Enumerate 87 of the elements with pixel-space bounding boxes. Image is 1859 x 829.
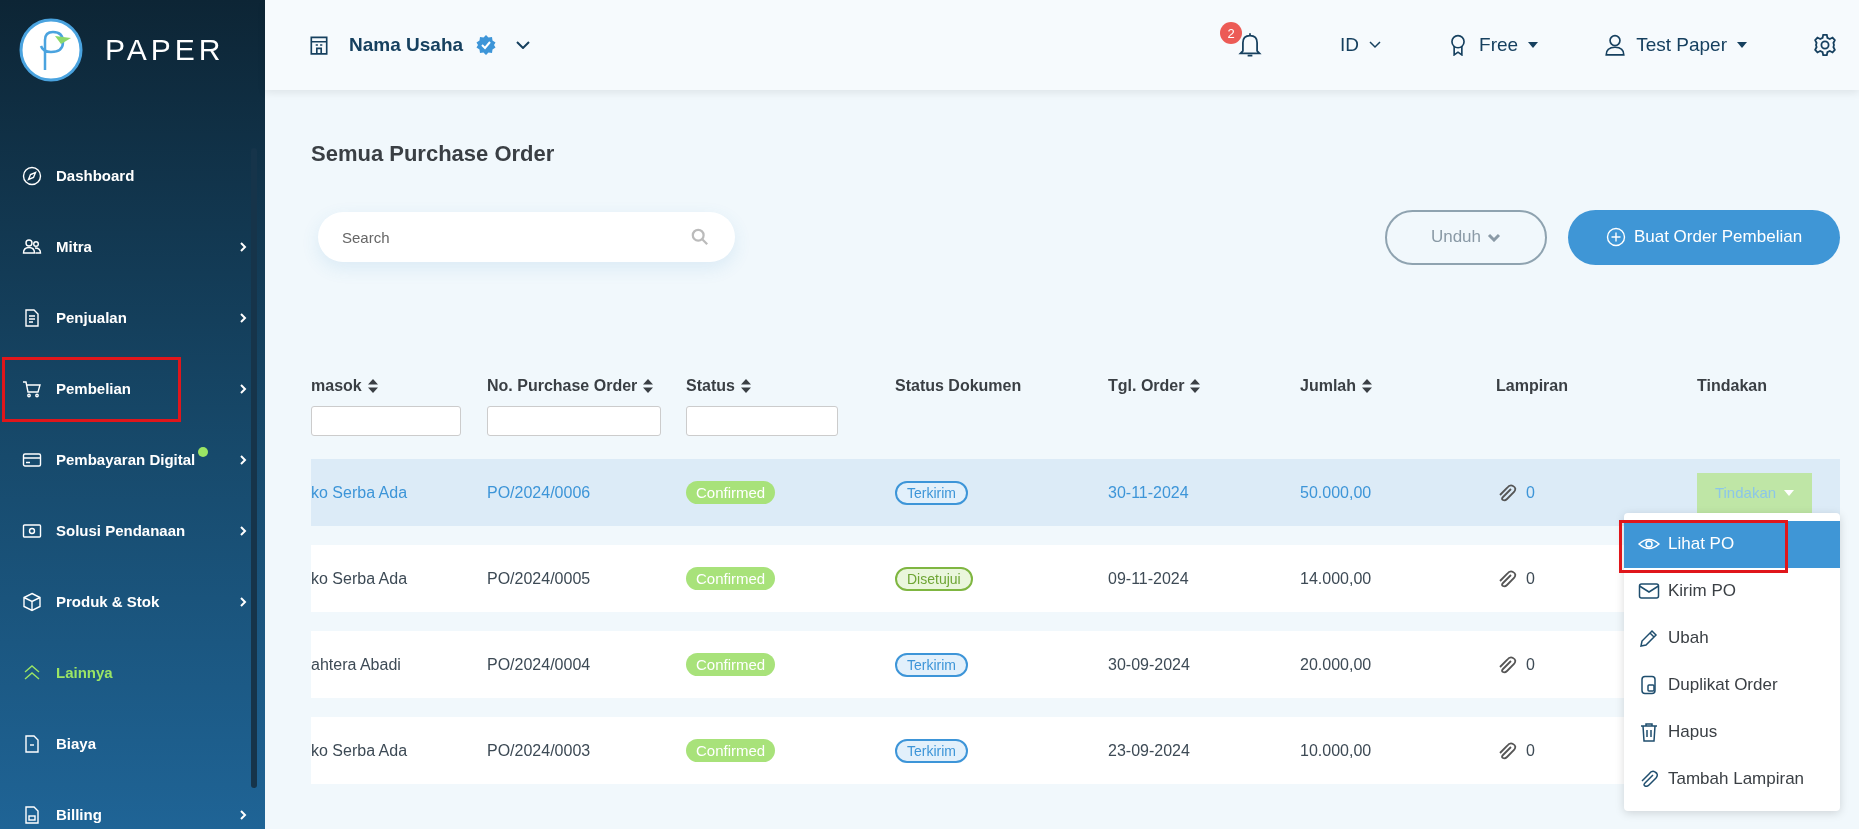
order-date-cell: 09-11-2024: [1108, 569, 1189, 588]
po-number-cell: PO/2024/0003: [487, 741, 591, 760]
caret-icon: [1528, 42, 1539, 48]
document-status-badge: Terkirim: [895, 738, 968, 763]
user-menu[interactable]: Test Paper: [1604, 34, 1747, 56]
settings-icon[interactable]: [1813, 33, 1837, 57]
search-field[interactable]: Search: [318, 212, 735, 262]
status-badge: Confirmed: [686, 567, 776, 590]
sidebar-item[interactable]: Penjualan: [0, 282, 265, 353]
sort-icon[interactable]: [740, 379, 751, 393]
amount-cell: 20.000,00: [1300, 655, 1372, 674]
po-number-cell: PO/2024/0004: [487, 655, 591, 674]
bill-icon: [22, 804, 42, 825]
po-number-cell: PO/2024/0005: [487, 569, 591, 588]
bell-icon[interactable]: [1238, 32, 1263, 58]
order-date-cell: 30-11-2024: [1108, 483, 1189, 502]
document-status-badge: Terkirim: [895, 652, 968, 677]
attachment-count[interactable]: 0: [1526, 569, 1535, 588]
caret-icon: [1784, 489, 1795, 496]
supplier-cell: ahtera Abadi: [311, 655, 401, 674]
status-badge: Confirmed: [686, 481, 776, 504]
trash-icon: [1638, 722, 1660, 742]
column-header[interactable]: No. Purchase Order: [487, 377, 638, 395]
cart-icon: [22, 378, 42, 399]
scrollbar[interactable]: [251, 148, 257, 788]
order-date-cell: 23-09-2024: [1108, 741, 1190, 760]
sort-icon[interactable]: [1190, 379, 1201, 393]
chevron-down-icon: [1369, 41, 1382, 49]
document-status-badge: Disetujui: [895, 566, 973, 591]
chevron-down-icon[interactable]: [516, 41, 531, 49]
envelope-icon: [1638, 581, 1660, 601]
sidebar-item[interactable]: Mitra: [0, 211, 265, 282]
sidebar-item[interactable]: Pembelian: [0, 353, 265, 424]
sidebar-item[interactable]: Biaya: [0, 708, 265, 779]
sidebar-item[interactable]: Dashboard: [0, 140, 265, 211]
filter-field[interactable]: [487, 406, 661, 436]
column-header: Lampiran: [1496, 377, 1568, 395]
attachment-count[interactable]: 0: [1526, 655, 1535, 674]
status-badge: Confirmed: [686, 739, 776, 762]
column-header[interactable]: Tgl. Order: [1108, 377, 1185, 395]
user-icon: [1604, 34, 1627, 56]
people-icon: [22, 236, 42, 257]
amount-cell: 10.000,00: [1300, 741, 1372, 760]
menu-item[interactable]: Kirim PO: [1624, 567, 1840, 615]
language-dropdown[interactable]: ID: [1340, 34, 1382, 56]
sidebar-item[interactable]: Solusi Pendanaan: [0, 495, 265, 566]
amount-cell: 50.000,00: [1300, 483, 1372, 502]
page-title: Semua Purchase Order: [311, 140, 556, 168]
sidebar-item[interactable]: Lainnya: [0, 637, 265, 708]
column-header: Status Dokumen: [895, 377, 1022, 395]
search-icon: [691, 228, 709, 246]
caret-icon: [1737, 42, 1747, 48]
notification-count: 2: [1220, 22, 1243, 44]
order-date-cell: 30-09-2024: [1108, 655, 1190, 674]
pencil-icon: [1638, 628, 1660, 648]
amount-cell: 14.000,00: [1300, 569, 1372, 588]
filter-field[interactable]: [686, 406, 838, 436]
po-number-cell: PO/2024/0006: [487, 483, 591, 502]
plan-dropdown[interactable]: Free: [1447, 34, 1539, 56]
sidebar-item[interactable]: Billing: [0, 779, 265, 829]
supplier-cell: ko Serba Ada: [311, 569, 408, 588]
logo-icon: [19, 18, 83, 82]
supplier-cell: ko Serba Ada: [311, 483, 408, 502]
building-icon: [308, 34, 330, 56]
filter-field[interactable]: [311, 406, 461, 436]
brand-name: PAPER: [105, 33, 225, 67]
double-chevron-up-icon: [22, 662, 42, 683]
sort-icon[interactable]: [367, 379, 378, 393]
supplier-cell: ko Serba Ada: [311, 741, 408, 760]
plus-circle-icon: [1605, 227, 1626, 247]
attachment-count[interactable]: 0: [1526, 741, 1535, 760]
sidebar-item[interactable]: Pembayaran Digital: [0, 424, 265, 495]
chevron-down-icon: [1487, 232, 1502, 242]
compass-icon: [22, 165, 42, 186]
column-header: Tindakan: [1697, 377, 1767, 395]
sidebar-item[interactable]: Produk & Stok: [0, 566, 265, 637]
column-header[interactable]: Jumlah: [1300, 377, 1356, 395]
document-icon: [22, 307, 42, 328]
box-icon: [22, 591, 42, 612]
column-header[interactable]: Status: [686, 377, 735, 395]
column-header[interactable]: masok: [311, 377, 362, 395]
sort-icon[interactable]: [643, 379, 654, 393]
sort-icon[interactable]: [1362, 379, 1372, 393]
status-badge: Confirmed: [686, 653, 776, 676]
receipt-icon: [22, 733, 42, 754]
business-name[interactable]: Nama Usaha: [349, 34, 464, 56]
document-status-badge: Terkirim: [895, 480, 968, 505]
